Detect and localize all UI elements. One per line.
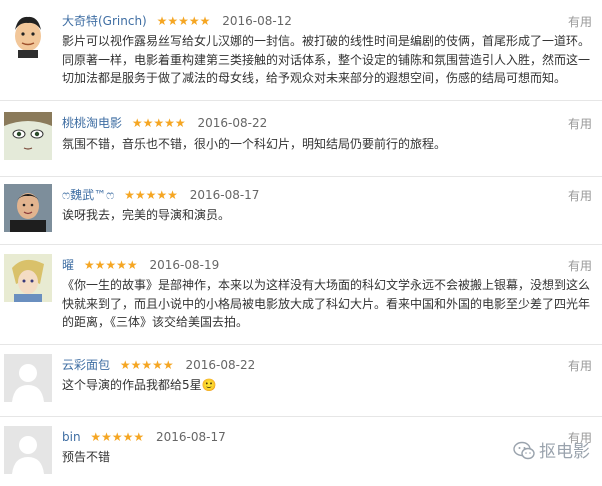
avatar[interactable] — [4, 112, 52, 160]
review-text: 影片可以视作露易丝写给女儿汉娜的一封信。被打破的线性时间是编剧的伎俩，首尾形成了… — [62, 34, 591, 85]
username-link[interactable]: bin — [62, 430, 81, 444]
rating-stars: ★★★★★ — [131, 116, 186, 130]
review-date: 2016-08-19 — [149, 258, 220, 272]
review-item: ෆ魏武™ෆ ★★★★★ 2016-08-17 有用 诶呀我去，完美的导演和演员。 — [0, 176, 602, 245]
watermark: 抠电影 — [513, 441, 590, 466]
review-meta: ෆ魏武™ෆ ★★★★★ 2016-08-17 — [62, 186, 259, 204]
rating-stars: ★★★★★ — [156, 14, 211, 28]
wechat-icon — [513, 441, 535, 466]
review-item: 曜 ★★★★★ 2016-08-19 有用 《你一生的故事》是部神作，本来以为这… — [0, 244, 602, 345]
review-meta: bin ★★★★★ 2016-08-17 — [62, 428, 226, 446]
review-meta: 桃桃淘电影 ★★★★★ 2016-08-22 — [62, 114, 267, 132]
avatar[interactable] — [4, 354, 52, 402]
rating-stars: ★★★★★ — [90, 430, 145, 444]
review-item: 大奇特(Grinch) ★★★★★ 2016-08-12 有用 影片可以视作露易… — [0, 0, 602, 101]
username-link[interactable]: 曜 — [62, 258, 74, 272]
review-text: 氛围不错，音乐也不错，很小的一个科幻片，明知结局仍要前行的旅程。 — [62, 137, 447, 151]
review-item: 云彩面包 ★★★★★ 2016-08-22 有用 这个导演的作品我都给5星🙂 — [0, 344, 602, 417]
default-user-icon — [4, 426, 52, 474]
avatar[interactable] — [4, 10, 52, 58]
useful-button[interactable]: 有用 — [568, 257, 592, 275]
username-link[interactable]: ෆ魏武™ෆ — [62, 188, 114, 202]
review-text: 这个导演的作品我都给5星🙂 — [62, 378, 217, 392]
review-meta: 曜 ★★★★★ 2016-08-19 — [62, 256, 219, 274]
review-item: bin ★★★★★ 2016-08-17 有用 预告不错 — [0, 416, 602, 486]
review-meta: 大奇特(Grinch) ★★★★★ 2016-08-12 — [62, 12, 292, 30]
photo-avatar-icon — [4, 184, 52, 232]
review-text: 《你一生的故事》是部神作，本来以为这样没有大场面的科幻文学永远不会被搬上银幕，没… — [62, 278, 591, 329]
review-item: 桃桃淘电影 ★★★★★ 2016-08-22 有用 氛围不错，音乐也不错，很小的… — [0, 100, 602, 177]
avatar[interactable] — [4, 254, 52, 302]
cartoon-avatar-icon — [4, 10, 52, 58]
rating-stars: ★★★★★ — [124, 188, 178, 202]
useful-button[interactable]: 有用 — [568, 13, 592, 31]
username-link[interactable]: 大奇特(Grinch) — [62, 14, 147, 28]
avatar[interactable] — [4, 426, 52, 474]
username-link[interactable]: 桃桃淘电影 — [62, 116, 122, 130]
review-meta: 云彩面包 ★★★★★ 2016-08-22 — [62, 356, 255, 374]
rating-stars: ★★★★★ — [83, 258, 138, 272]
useful-button[interactable]: 有用 — [568, 357, 592, 375]
review-date: 2016-08-22 — [197, 116, 268, 130]
useful-button[interactable]: 有用 — [568, 187, 592, 205]
useful-button[interactable]: 有用 — [568, 115, 592, 133]
review-date: 2016-08-17 — [156, 430, 226, 444]
review-date: 2016-08-12 — [222, 14, 292, 28]
default-user-icon — [4, 354, 52, 402]
review-date: 2016-08-17 — [189, 188, 260, 202]
rating-stars: ★★★★★ — [119, 358, 174, 372]
avatar[interactable] — [4, 184, 52, 232]
anime-avatar-icon — [4, 254, 52, 302]
review-date: 2016-08-22 — [185, 358, 256, 372]
username-link[interactable]: 云彩面包 — [62, 358, 110, 372]
review-text: 诶呀我去，完美的导演和演员。 — [62, 208, 231, 222]
anime-avatar-icon — [4, 112, 52, 160]
watermark-text: 抠电影 — [539, 442, 590, 462]
